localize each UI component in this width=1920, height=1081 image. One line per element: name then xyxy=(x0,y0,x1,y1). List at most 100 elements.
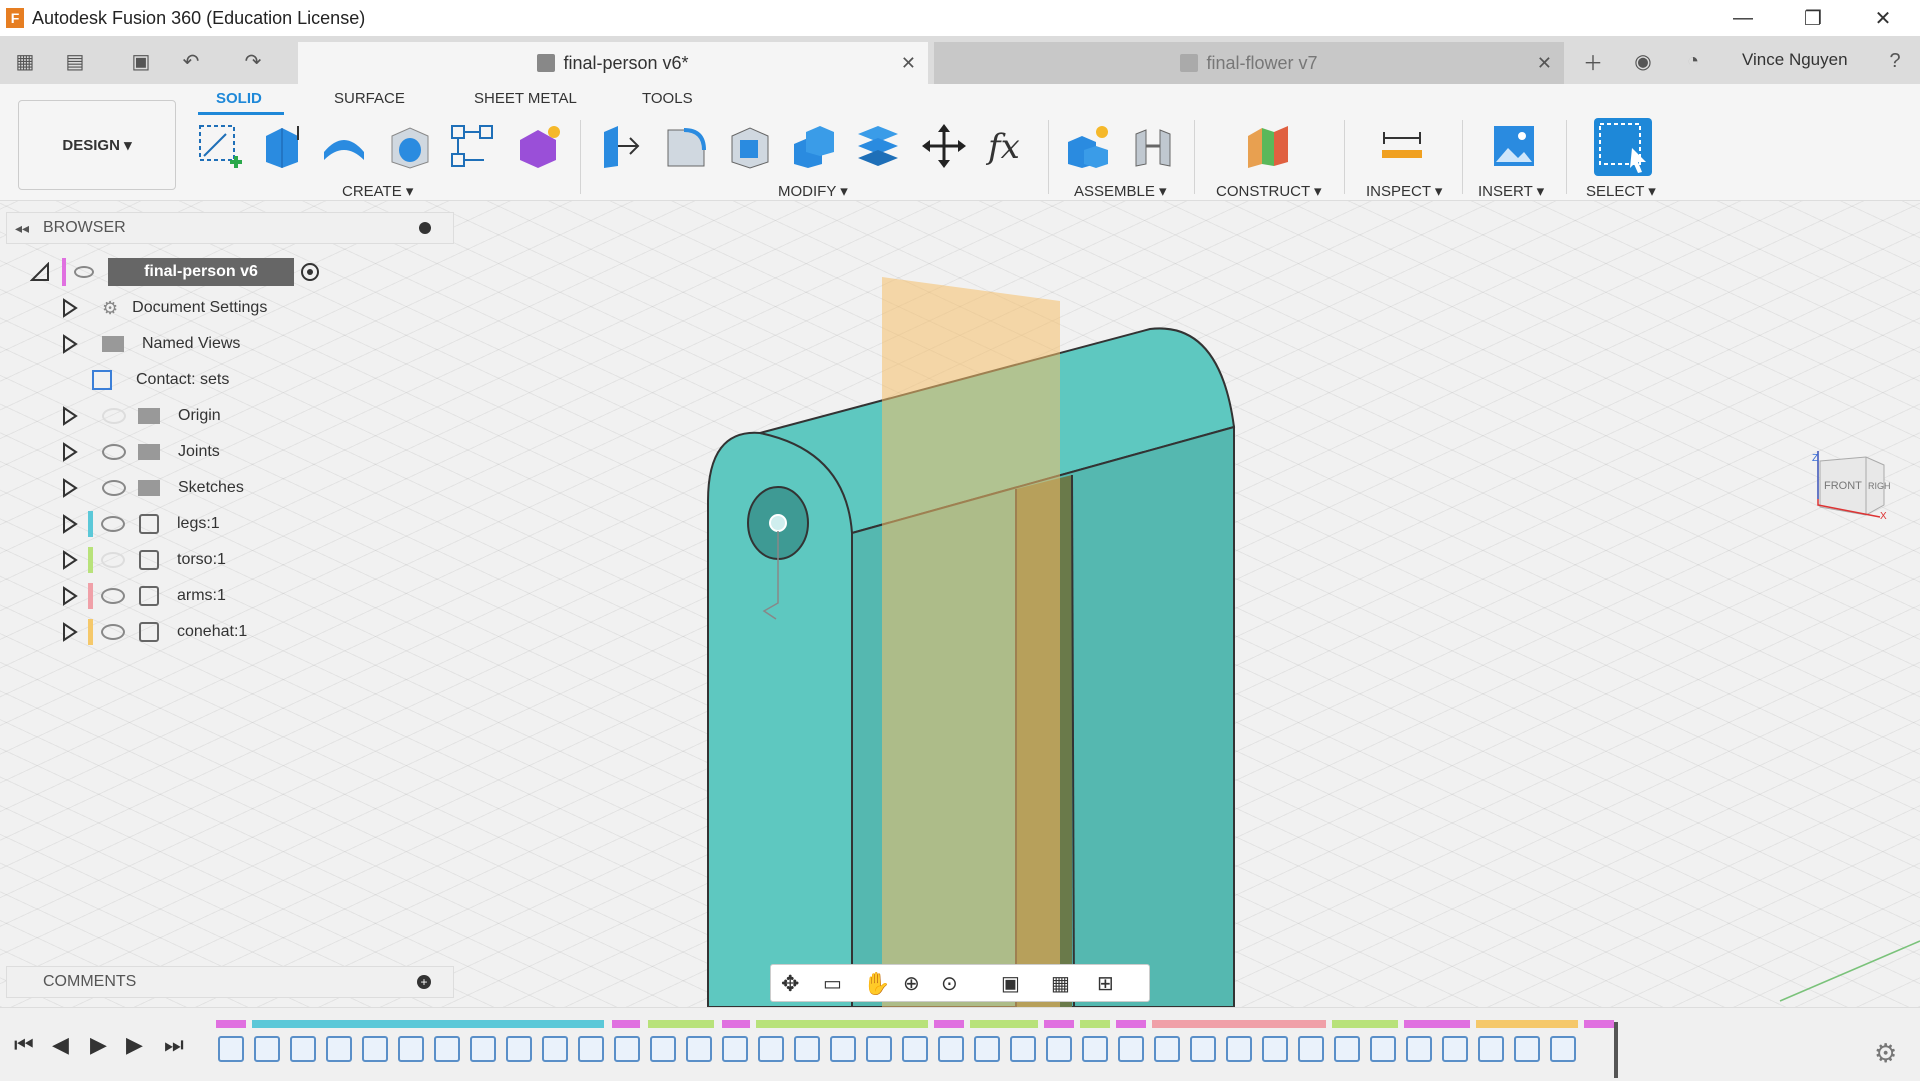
timeline-feature-icon[interactable] xyxy=(1082,1036,1108,1062)
select-icon[interactable] xyxy=(1594,118,1652,176)
visibility-eye-icon[interactable] xyxy=(101,588,125,604)
timeline-feature-icon[interactable] xyxy=(1550,1036,1576,1062)
close-window-button[interactable]: ✕ xyxy=(1848,0,1918,36)
timeline-feature-icon[interactable] xyxy=(686,1036,712,1062)
joint-icon[interactable] xyxy=(1130,122,1178,170)
save-icon[interactable]: ▣ xyxy=(126,46,156,76)
visibility-eye-icon[interactable] xyxy=(101,516,125,532)
move-icon[interactable] xyxy=(920,122,968,170)
timeline-feature-icon[interactable] xyxy=(542,1036,568,1062)
create-sketch-icon[interactable] xyxy=(196,122,244,170)
timeline-feature-icon[interactable] xyxy=(218,1036,244,1062)
step-forward-icon[interactable]: ▶ xyxy=(126,1032,143,1058)
look-at-icon[interactable]: ▭ xyxy=(823,971,847,995)
timeline-feature-icon[interactable] xyxy=(398,1036,424,1062)
expand-icon[interactable] xyxy=(60,622,80,642)
timeline-marker[interactable] xyxy=(1614,1022,1618,1078)
timeline-feature-icon[interactable] xyxy=(1406,1036,1432,1062)
app-grid-icon[interactable]: ▦ xyxy=(10,46,40,76)
insert-image-icon[interactable] xyxy=(1490,122,1538,170)
restore-button[interactable]: ❐ xyxy=(1778,0,1848,36)
timeline-feature-icon[interactable] xyxy=(1154,1036,1180,1062)
job-status-icon[interactable]: ◔ xyxy=(1678,46,1708,76)
combine-icon[interactable] xyxy=(790,122,838,170)
tree-item-arms[interactable]: arms:1 xyxy=(60,581,226,611)
browser-panel-header[interactable]: ◂◂ BROWSER xyxy=(6,212,454,244)
timeline-feature-icon[interactable] xyxy=(326,1036,352,1062)
play-icon[interactable]: ▶ xyxy=(90,1032,107,1058)
change-parameters-icon[interactable]: fx xyxy=(984,122,1032,170)
create-menu[interactable]: CREATE ▾ xyxy=(342,182,413,200)
split-body-icon[interactable] xyxy=(854,122,902,170)
timeline-feature-icon[interactable] xyxy=(1514,1036,1540,1062)
timeline-feature-icon[interactable] xyxy=(1370,1036,1396,1062)
timeline-feature-icon[interactable] xyxy=(254,1036,280,1062)
activate-radio-icon[interactable] xyxy=(300,262,320,282)
tab-final-person[interactable]: final-person v6* ✕ xyxy=(298,42,928,84)
shell-icon[interactable] xyxy=(726,122,774,170)
view-cube[interactable]: FRONT RIGHT Z X xyxy=(1810,449,1897,522)
timeline-feature-icon[interactable] xyxy=(1118,1036,1144,1062)
timeline-feature-icon[interactable] xyxy=(722,1036,748,1062)
pan-hand-icon[interactable]: ✋ xyxy=(863,971,890,996)
timeline-feature-icon[interactable] xyxy=(362,1036,388,1062)
timeline-feature-icon[interactable] xyxy=(290,1036,316,1062)
timeline-feature-icon[interactable] xyxy=(1226,1036,1252,1062)
offset-plane-icon[interactable] xyxy=(1244,122,1292,170)
timeline-feature-icon[interactable] xyxy=(974,1036,1000,1062)
root-component[interactable]: final-person v6 xyxy=(108,258,294,286)
viewcube-front-label[interactable]: FRONT xyxy=(1824,480,1862,492)
minimize-button[interactable]: — xyxy=(1708,0,1778,36)
display-settings-icon[interactable]: ▣ xyxy=(1001,971,1025,995)
modify-menu[interactable]: MODIFY ▾ xyxy=(778,182,848,200)
tab-tools[interactable]: TOOLS xyxy=(642,90,693,107)
collapse-browser-icon[interactable]: ◂◂ xyxy=(15,220,29,237)
orbit-icon[interactable]: ✥ xyxy=(781,971,805,996)
new-component-icon[interactable] xyxy=(1064,122,1112,170)
tree-item-contact-sets[interactable]: Contact: sets xyxy=(92,365,229,395)
timeline-feature-icon[interactable] xyxy=(1046,1036,1072,1062)
step-back-icon[interactable]: ◀ xyxy=(52,1032,69,1058)
timeline-feature-icon[interactable] xyxy=(470,1036,496,1062)
timeline-feature-icon[interactable] xyxy=(434,1036,460,1062)
tree-item-conehat[interactable]: conehat:1 xyxy=(60,617,247,647)
expand-icon[interactable] xyxy=(60,514,80,534)
help-icon[interactable]: ? xyxy=(1880,46,1910,76)
inspect-menu[interactable]: INSPECT ▾ xyxy=(1366,182,1442,200)
fit-view-icon[interactable]: ⊙ xyxy=(941,971,965,995)
timeline-feature-icon[interactable] xyxy=(1442,1036,1468,1062)
tab-sheet-metal[interactable]: SHEET METAL xyxy=(474,90,577,107)
tab-surface[interactable]: SURFACE xyxy=(334,90,405,107)
measure-icon[interactable] xyxy=(1378,122,1426,170)
select-menu[interactable]: SELECT ▾ xyxy=(1586,182,1656,200)
tab-solid[interactable]: SOLID xyxy=(216,90,262,107)
expand-icon[interactable] xyxy=(60,442,80,462)
hidden-eye-icon[interactable] xyxy=(102,408,126,424)
tree-item-torso[interactable]: torso:1 xyxy=(60,545,226,575)
fillet-icon[interactable] xyxy=(662,122,710,170)
3d-viewport[interactable]: FRONT RIGHT Z X xyxy=(0,201,1920,1007)
timeline-feature-icon[interactable] xyxy=(902,1036,928,1062)
grid-settings-icon[interactable]: ▦ xyxy=(1051,971,1075,995)
tree-item-named-views[interactable]: Named Views xyxy=(60,329,240,359)
timeline-feature-icon[interactable] xyxy=(866,1036,892,1062)
visibility-eye-icon[interactable] xyxy=(101,624,125,640)
comments-panel[interactable]: COMMENTS + xyxy=(6,966,454,998)
collapse-root-icon[interactable] xyxy=(30,262,50,282)
timeline-feature-icon[interactable] xyxy=(1298,1036,1324,1062)
extensions-icon[interactable]: ◉ xyxy=(1628,46,1658,76)
visibility-eye-icon[interactable] xyxy=(102,480,126,496)
visibility-eye-icon[interactable] xyxy=(102,444,126,460)
timeline-feature-icon[interactable] xyxy=(1262,1036,1288,1062)
insert-menu[interactable]: INSERT ▾ xyxy=(1478,182,1544,200)
tab-final-flower[interactable]: final-flower v7 ✕ xyxy=(934,42,1564,84)
timeline-feature-icon[interactable] xyxy=(1478,1036,1504,1062)
go-to-start-icon[interactable]: ⏮ xyxy=(14,1032,34,1058)
file-menu-icon[interactable]: ▤ xyxy=(60,46,90,76)
tree-item-document-settings[interactable]: ⚙ Document Settings xyxy=(60,293,267,323)
timeline-feature-icon[interactable] xyxy=(794,1036,820,1062)
tree-item-joints[interactable]: Joints xyxy=(60,437,220,467)
construct-menu[interactable]: CONSTRUCT ▾ xyxy=(1216,182,1322,200)
expand-icon[interactable] xyxy=(60,298,80,318)
tree-item-origin[interactable]: Origin xyxy=(60,401,221,431)
